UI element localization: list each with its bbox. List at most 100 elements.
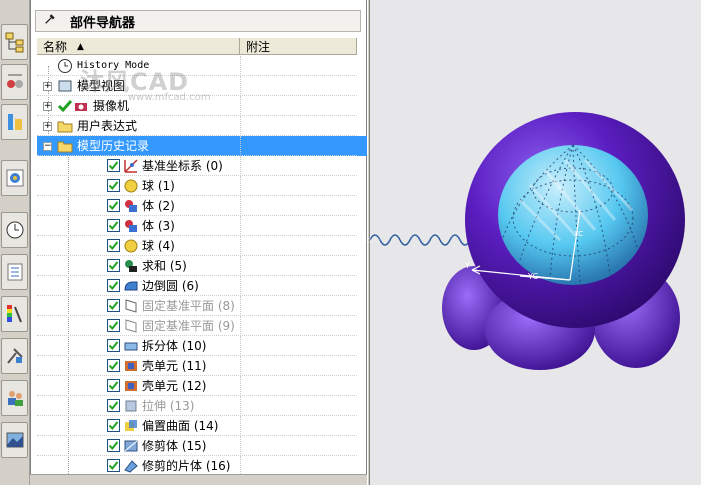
sphere-icon (123, 238, 139, 254)
tree-row-label: 拆分体 (10) (142, 339, 207, 353)
tree-row-label: 拉伸 (13) (142, 399, 195, 413)
visibility-checkbox[interactable] (107, 379, 120, 392)
visibility-checkbox[interactable] (107, 239, 120, 252)
visibility-checkbox[interactable] (107, 299, 120, 312)
tree-row-feature[interactable]: 固定基准平面 (9) (37, 316, 367, 336)
tree-row-label: 修剪的片体 (16) (142, 459, 231, 473)
visibility-checkbox[interactable] (107, 199, 120, 212)
graphics-viewport[interactable]: YC Y XC (370, 0, 701, 485)
tree-row-feature[interactable]: 壳单元 (11) (37, 356, 367, 376)
tree-row-label: 模型历史记录 (75, 138, 152, 154)
tree-row-feature[interactable]: 边倒圆 (6) (37, 276, 367, 296)
axis-label-yc: YC (527, 272, 538, 281)
tree-row-feature[interactable]: 固定基准平面 (8) (37, 296, 367, 316)
edge-blend-icon (123, 278, 139, 294)
pin-icon[interactable] (44, 13, 60, 29)
resource-bar (0, 0, 30, 485)
horizontal-scrollbar[interactable] (30, 474, 367, 485)
assembly-navigator-icon[interactable] (1, 24, 28, 60)
visibility-checkbox[interactable] (107, 319, 120, 332)
process-navigator-icon[interactable] (1, 254, 28, 290)
part-navigator-icon[interactable] (1, 104, 28, 140)
watermark-small: www.mfcad.com (306, 236, 381, 246)
axis-label-y: Y (464, 261, 470, 270)
visibility-checkbox[interactable] (107, 439, 120, 452)
tree-row-user-expressions[interactable]: + 用户表达式 (37, 116, 367, 136)
unite-icon (123, 258, 139, 274)
reuse-library-icon[interactable] (1, 160, 28, 196)
history-mode-icon (57, 58, 73, 74)
spring-curve (370, 234, 471, 246)
visibility-checkbox[interactable] (107, 179, 120, 192)
body-icon (123, 198, 139, 214)
tree-row-feature[interactable]: 修剪的片体 (16) (37, 456, 367, 476)
visibility-checkbox[interactable] (107, 159, 120, 172)
visualization-icon[interactable] (1, 422, 28, 458)
system-tools-icon[interactable] (1, 338, 28, 374)
visibility-checkbox[interactable] (107, 279, 120, 292)
column-name-header[interactable]: 名称 ▲ (37, 38, 240, 55)
datum-csys-icon (123, 158, 139, 174)
visibility-checkbox[interactable] (107, 359, 120, 372)
tree-row-feature[interactable]: 偏置曲面 (14) (37, 416, 367, 436)
tree-row-label: 用户表达式 (77, 119, 138, 133)
datum-plane-icon (123, 298, 139, 314)
visibility-checkbox[interactable] (107, 459, 120, 472)
offset-surface-icon (123, 418, 139, 434)
expand-icon[interactable]: + (43, 122, 52, 131)
tree-row-label: 体 (2) (142, 199, 175, 213)
color-palette-icon[interactable] (1, 296, 28, 332)
tree-row-label: 球 (1) (142, 179, 175, 193)
tree-row-label: 体 (3) (142, 219, 175, 233)
tree-row-label: 修剪体 (15) (142, 439, 207, 453)
tree-row-label: 边倒圆 (6) (142, 279, 199, 293)
roles-icon[interactable] (1, 380, 28, 416)
body-icon (123, 218, 139, 234)
expand-icon[interactable]: + (43, 102, 52, 111)
shell-element-icon (123, 378, 139, 394)
tree-row-feature[interactable]: 拆分体 (10) (37, 336, 367, 356)
cap-surface (498, 145, 648, 285)
shell-element-icon (123, 358, 139, 374)
visibility-checkbox[interactable] (107, 399, 120, 412)
tree-row-feature[interactable]: 求和 (5) (37, 256, 367, 276)
column-note-header[interactable]: 附注 (240, 38, 357, 55)
tree-row-label: 求和 (5) (142, 259, 187, 273)
tree-row-feature[interactable]: 拉伸 (13) (37, 396, 367, 416)
tree-row-feature[interactable]: 体 (2) (37, 196, 367, 216)
folder-icon (57, 118, 73, 134)
navigator-title-bar: 部件导航器 (35, 10, 361, 32)
axis-label-xc: XC (574, 230, 583, 238)
visibility-checkbox[interactable] (107, 339, 120, 352)
model-render: YC Y XC (370, 112, 685, 370)
datum-plane-icon (123, 318, 139, 334)
nx-window: 部件导航器 名称 ▲ 附注 History Mode + 模型视图 + 摄像机 … (0, 0, 701, 485)
column-header: 名称 ▲ 附注 (37, 38, 357, 55)
visibility-checkbox[interactable] (107, 259, 120, 272)
visibility-checkbox[interactable] (107, 219, 120, 232)
constraint-navigator-icon[interactable] (1, 64, 28, 100)
camera-icon (73, 98, 89, 114)
tree-row-model-history[interactable]: − 模型历史记录 (37, 136, 367, 156)
navigator-title: 部件导航器 (70, 15, 136, 31)
tree-row-label: 球 (4) (142, 239, 175, 253)
collapse-icon[interactable]: − (43, 142, 52, 151)
tree-row-feature[interactable]: 球 (1) (37, 176, 367, 196)
sphere-icon (123, 178, 139, 194)
tree-row-label: 偏置曲面 (14) (142, 419, 219, 433)
tree-row-feature[interactable]: 体 (3) (37, 216, 367, 236)
tree-row-feature[interactable]: 壳单元 (12) (37, 376, 367, 396)
split-body-icon (123, 338, 139, 354)
model-view-icon (57, 78, 73, 94)
history-icon[interactable] (1, 212, 28, 248)
visibility-checkbox[interactable] (107, 419, 120, 432)
expand-icon[interactable]: + (43, 82, 52, 91)
tree-row-feature[interactable]: 基准坐标系 (0) (37, 156, 367, 176)
tree-row-label: 基准坐标系 (0) (142, 159, 223, 173)
tree-row-label: 壳单元 (11) (142, 359, 207, 373)
watermark: 沐风CAD www.mfcad.com (80, 68, 211, 103)
extrude-icon (123, 398, 139, 414)
trimmed-sheet-icon (123, 458, 139, 474)
tree-row-label: 摄像机 (93, 99, 130, 113)
tree-row-feature[interactable]: 修剪体 (15) (37, 436, 367, 456)
